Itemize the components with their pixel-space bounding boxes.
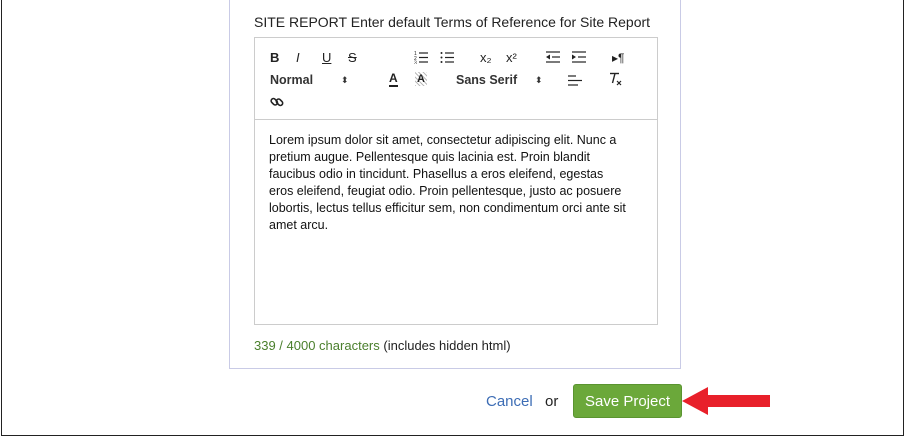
indent-icon[interactable] <box>572 50 586 64</box>
subscript-icon[interactable]: x₂ <box>480 50 492 66</box>
align-icon[interactable] <box>568 74 582 87</box>
bold-icon[interactable]: B <box>270 50 279 66</box>
or-separator: or <box>545 393 559 410</box>
outdent-icon[interactable] <box>546 50 560 64</box>
cancel-link[interactable]: Cancel <box>486 393 533 410</box>
ordered-list-icon[interactable]: 1 2 3 <box>414 50 428 64</box>
text-color-icon[interactable]: A <box>389 72 398 87</box>
link-icon[interactable] <box>270 95 284 109</box>
svg-text:3: 3 <box>414 61 417 65</box>
editor-toolbar: B I U S 1 2 3 x₂ x² ▸¶ Normal ⬍ A A Sans… <box>255 38 657 120</box>
font-picker[interactable]: Sans Serif <box>456 72 517 88</box>
save-project-button[interactable]: Save Project <box>573 384 682 418</box>
rich-text-editor: B I U S 1 2 3 x₂ x² ▸¶ Normal ⬍ A A Sans… <box>254 37 658 325</box>
field-label: SITE REPORT Enter default Terms of Refer… <box>254 14 651 30</box>
editor-paragraph: Lorem ipsum dolor sit amet, consectetur … <box>269 133 626 232</box>
character-counter: 339 / 4000 characters (includes hidden h… <box>254 338 511 353</box>
underline-icon[interactable]: U <box>322 50 331 66</box>
direction-icon[interactable]: ▸¶ <box>612 50 624 66</box>
font-picker-arrows-icon[interactable]: ⬍ <box>535 72 543 88</box>
bullet-list-icon[interactable] <box>440 50 454 64</box>
character-count-note: (includes hidden html) <box>383 338 511 353</box>
clear-format-icon[interactable] <box>608 72 622 86</box>
character-count: 339 / 4000 characters <box>254 338 380 353</box>
editor-content[interactable]: Lorem ipsum dolor sit amet, consectetur … <box>269 132 629 234</box>
strike-icon[interactable]: S <box>348 50 357 66</box>
italic-icon[interactable]: I <box>296 50 300 66</box>
header-picker[interactable]: Normal <box>270 72 313 88</box>
site-report-panel: SITE REPORT Enter default Terms of Refer… <box>229 0 681 369</box>
background-color-icon[interactable]: A <box>415 72 427 86</box>
header-picker-arrows-icon[interactable]: ⬍ <box>341 72 349 88</box>
superscript-icon[interactable]: x² <box>506 50 517 66</box>
red-arrow-icon <box>682 386 772 416</box>
